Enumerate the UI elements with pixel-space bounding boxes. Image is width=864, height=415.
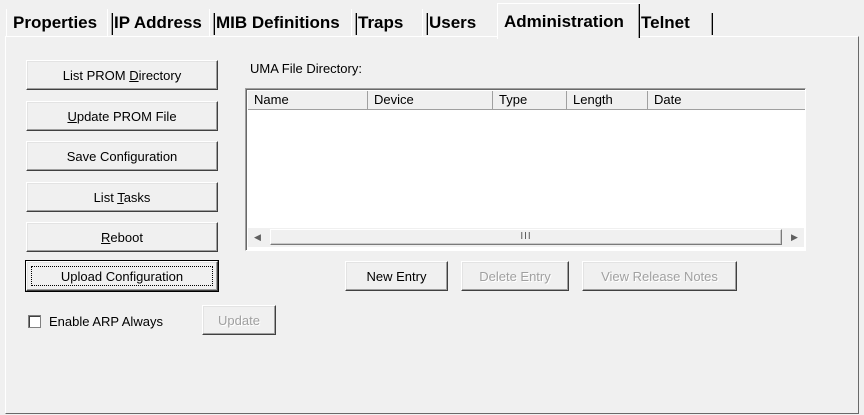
reboot-button[interactable]: Reboot — [26, 222, 218, 252]
list-tasks-button[interactable]: List Tasks — [26, 182, 218, 212]
list-prom-directory-button[interactable]: List PROM Directory — [26, 60, 218, 90]
update-prom-file-label: Update PROM File — [67, 108, 177, 124]
column-header-type[interactable]: Type — [493, 91, 567, 110]
list-prom-directory-label: List PROM Directory — [62, 67, 182, 83]
upload-configuration-button[interactable]: Upload Configuration — [25, 260, 219, 292]
view-release-notes-button[interactable]: View Release Notes — [582, 261, 737, 291]
list-header: Name Device Type Length Date — [248, 91, 805, 110]
scrollbar-thumb[interactable]: III — [270, 229, 782, 245]
administration-window: Properties IP Address MIB Definitions Tr… — [0, 0, 864, 415]
tab-mib-definitions[interactable]: MIB Definitions — [209, 9, 357, 36]
column-header-name[interactable]: Name — [248, 91, 368, 110]
reboot-label: Reboot — [101, 229, 143, 245]
tab-traps[interactable]: Traps — [351, 9, 428, 36]
scroll-left-icon[interactable]: ◀ — [248, 228, 267, 247]
focus-rectangle — [31, 266, 213, 286]
tab-administration[interactable]: Administration — [497, 3, 640, 39]
view-release-notes-label: View Release Notes — [601, 268, 718, 284]
delete-entry-button[interactable]: Delete Entry — [461, 261, 569, 291]
new-entry-label: New Entry — [366, 268, 427, 284]
update-button[interactable]: Update — [202, 305, 276, 335]
save-configuration-label: Save Configuration — [66, 148, 178, 164]
delete-entry-label: Delete Entry — [479, 268, 551, 284]
tab-properties[interactable]: Properties — [6, 9, 113, 36]
update-label: Update — [218, 312, 260, 328]
column-header-length[interactable]: Length — [567, 91, 648, 110]
update-prom-file-button[interactable]: Update PROM File — [26, 101, 218, 131]
save-configuration-button[interactable]: Save Configuration — [26, 141, 218, 171]
enable-arp-checkbox[interactable] — [28, 315, 41, 328]
uma-file-list[interactable]: Name Device Type Length Date ◀ III ▶ — [245, 88, 806, 251]
tab-telnet[interactable]: Telnet — [634, 9, 713, 36]
enable-arp-label: Enable ARP Always — [49, 314, 163, 329]
column-header-date[interactable]: Date — [648, 91, 805, 110]
uma-directory-label: UMA File Directory: — [250, 61, 362, 76]
column-header-device[interactable]: Device — [368, 91, 493, 110]
list-tasks-label: List Tasks — [93, 189, 151, 205]
tab-ip-address[interactable]: IP Address — [107, 9, 215, 36]
scroll-right-icon[interactable]: ▶ — [785, 228, 804, 247]
tab-users[interactable]: Users — [422, 9, 503, 36]
horizontal-scrollbar[interactable]: ◀ III ▶ — [248, 228, 804, 247]
new-entry-button[interactable]: New Entry — [345, 261, 448, 291]
